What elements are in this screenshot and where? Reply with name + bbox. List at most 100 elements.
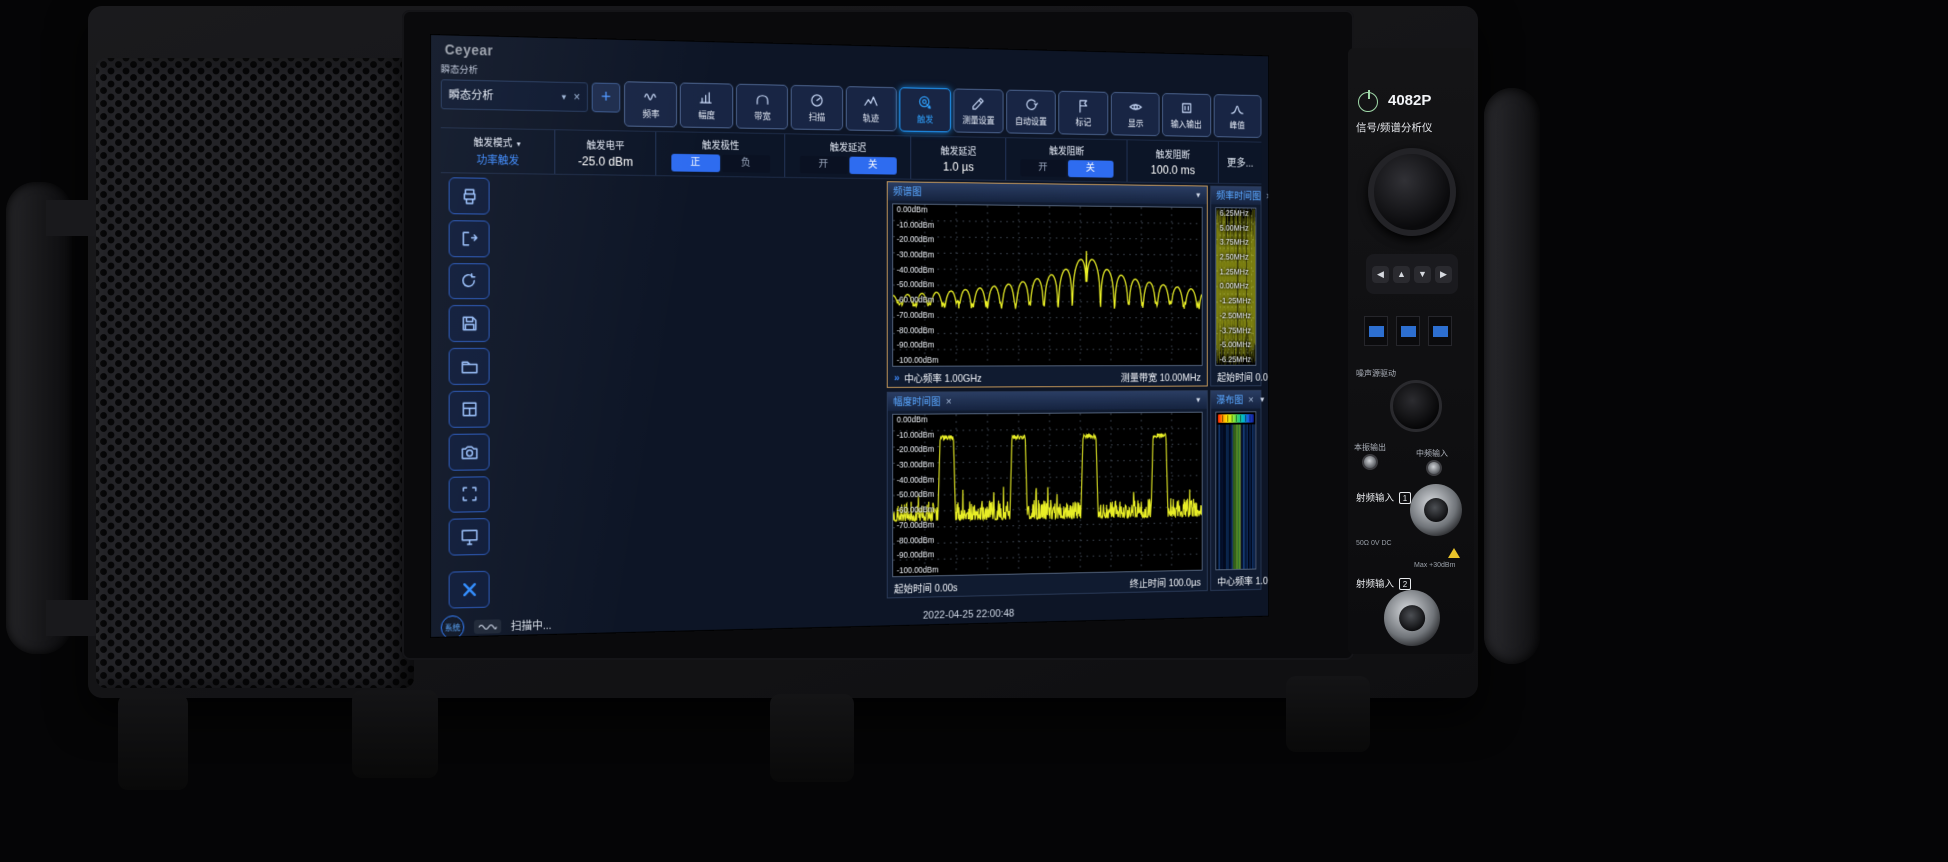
toolbar-button-auto-settings[interactable]: 自动设置: [1006, 90, 1056, 135]
monitor-icon: [460, 527, 479, 546]
scan-logo-icon: [474, 619, 501, 634]
usb-port[interactable]: [1428, 316, 1452, 346]
toggle-option[interactable]: 开: [799, 156, 847, 174]
layout-icon: [460, 400, 479, 419]
side-button-refresh[interactable]: [449, 263, 490, 300]
more-button[interactable]: 更多...: [1227, 155, 1254, 170]
side-button-folder[interactable]: [449, 348, 490, 385]
rf-input-2-connector: [1384, 590, 1440, 646]
chart-footer: 起始时间 0.00s 终止时间 100.0µs: [1211, 369, 1260, 386]
add-tab-button[interactable]: +: [592, 83, 621, 113]
chart-header[interactable]: 幅度时间图 × ▼: [888, 391, 1207, 411]
chevron-down-icon[interactable]: ▼: [1195, 191, 1202, 200]
chart-window-freq-time[interactable]: 频率时间图 × ▼ 6.25MHz5.00MHz3.75MHz2.50MHz1.…: [1210, 186, 1261, 387]
chart-header[interactable]: 瀑布图 × ▼: [1211, 391, 1260, 409]
usb-ports: [1364, 316, 1452, 346]
clock: 2022-04-25 22:00:48: [923, 608, 1014, 622]
arrow-left-button[interactable]: ◀: [1372, 266, 1389, 283]
system-button[interactable]: 系统: [441, 615, 464, 638]
side-button-crop[interactable]: [449, 476, 490, 513]
chart-window-waterfall[interactable]: 瀑布图 × ▼ 中心频率 1.00GHz 测量带宽 10.0: [1210, 390, 1261, 591]
toolbar-button-frequency[interactable]: 频率: [624, 81, 677, 127]
chart-header[interactable]: 频谱图 ▼: [888, 182, 1207, 204]
chevron-down-icon[interactable]: ▼: [560, 92, 568, 101]
arrow-right-button[interactable]: ▶: [1435, 266, 1452, 283]
param-title: 触发模式▼: [474, 134, 522, 150]
chart-window-spectrum[interactable]: 频谱图 ▼ 0.00dBm-10.00dBm-20.00dBm-30.00dBm…: [887, 181, 1208, 388]
toolbar-button-trigger[interactable]: 触发: [900, 87, 951, 132]
param-value[interactable]: 功率触发: [476, 152, 519, 169]
toolbar-button-display[interactable]: 显示: [1111, 92, 1160, 136]
expand-panel-icon[interactable]: »: [894, 372, 900, 384]
export-icon: [460, 229, 479, 248]
tab-title: 瞬态分析: [449, 86, 555, 104]
rotary-knob[interactable]: [1368, 148, 1456, 236]
toolbar-button-label: 测量设置: [962, 112, 994, 125]
toggle-option[interactable]: 关: [1068, 160, 1114, 178]
param-group-5[interactable]: 触发阻断开关: [1006, 138, 1127, 182]
amp-time-trace: [893, 413, 1202, 577]
frequency-icon: [644, 89, 658, 104]
arrow-up-button[interactable]: ▲: [1393, 266, 1410, 283]
param-value[interactable]: -25.0 dBm: [578, 154, 633, 169]
start-time-readout: 起始时间 0.00s: [894, 580, 958, 596]
param-group-1[interactable]: 触发电平-25.0 dBm: [555, 130, 656, 175]
param-group-6[interactable]: 触发阻断100.0 ms: [1127, 140, 1218, 183]
side-button-export[interactable]: [449, 220, 490, 257]
chevron-down-icon[interactable]: ▼: [1259, 395, 1266, 403]
toolbar-button-amplitude[interactable]: 幅度: [680, 82, 733, 128]
foot: [118, 694, 188, 790]
param-group-4[interactable]: 触发延迟1.0 µs: [911, 136, 1006, 180]
chart-plot-area: 0.00dBm-10.00dBm-20.00dBm-30.00dBm-40.00…: [892, 203, 1202, 366]
close-icon[interactable]: ×: [1248, 394, 1253, 405]
toolbar-button-bandwidth[interactable]: 带宽: [736, 84, 788, 130]
instrument-photo: Ceyear 瞬态分析 瞬态分析 ▼ × + 频率幅度带宽扫描轨迹触发测量设置自…: [0, 0, 1948, 862]
toolbar-button-marker[interactable]: 标记: [1059, 91, 1108, 135]
center-frequency-readout: 中心频率 1.00GHz: [1217, 573, 1269, 589]
side-button-save[interactable]: [449, 305, 490, 342]
param-group-0[interactable]: 触发模式▼ 功率触发: [441, 128, 556, 174]
toolbar-button-trace[interactable]: 轨迹: [846, 86, 897, 131]
toggle-option[interactable]: 开: [1020, 159, 1066, 177]
chart-window-amp-time[interactable]: 幅度时间图 × ▼ 0.00dBm-10.00dBm-20.00dBm-30.0…: [887, 390, 1208, 598]
auto-settings-icon: [1024, 97, 1037, 112]
close-icon[interactable]: ×: [946, 396, 952, 408]
side-button-camera[interactable]: [449, 433, 490, 470]
param-group-7[interactable]: 更多...: [1219, 142, 1262, 184]
param-group-2[interactable]: 触发极性正负: [656, 132, 785, 177]
close-icon[interactable]: ×: [574, 90, 581, 104]
param-title: 触发极性: [702, 137, 739, 152]
side-button-monitor[interactable]: [449, 518, 490, 555]
side-button-layout[interactable]: [449, 391, 490, 428]
toggle-option[interactable]: 正: [671, 154, 720, 172]
power-button[interactable]: [1358, 92, 1378, 112]
side-button-print[interactable]: [449, 177, 490, 214]
chart-plot-area: 0.00dBm-10.00dBm-20.00dBm-30.00dBm-40.00…: [892, 412, 1202, 577]
toggle-option[interactable]: 关: [849, 157, 896, 175]
side-button-close[interactable]: [449, 571, 490, 609]
usb-port[interactable]: [1364, 316, 1388, 346]
chart-header[interactable]: 频率时间图 × ▼: [1211, 187, 1260, 205]
stop-time-readout: 终止时间 100.0µs: [1130, 575, 1201, 591]
chevron-down-icon[interactable]: ▼: [1195, 396, 1202, 404]
usb-port[interactable]: [1396, 316, 1420, 346]
chart-footer: » 中心频率 1.00GHz 测量带宽 10.00MHz: [888, 369, 1207, 387]
toggle-option[interactable]: 负: [722, 155, 770, 173]
toolbar-button-peak[interactable]: 峰值: [1213, 94, 1261, 138]
toolbar-button-measure-settings[interactable]: 测量设置: [953, 88, 1003, 133]
if-input-label: 中频输入: [1416, 448, 1448, 459]
tab-transient-analysis[interactable]: 瞬态分析 ▼ ×: [441, 79, 588, 112]
toolbar-button-sweep[interactable]: 扫描: [791, 85, 843, 131]
param-value[interactable]: 1.0 µs: [943, 160, 974, 174]
foot: [770, 694, 854, 782]
param-value[interactable]: 100.0 ms: [1151, 163, 1195, 177]
param-group-3[interactable]: 触发延迟开关: [785, 134, 911, 178]
left-handle: [6, 182, 72, 654]
toolbar-button-input-output[interactable]: 输入输出: [1162, 93, 1211, 137]
arrow-down-button[interactable]: ▼: [1414, 266, 1431, 283]
sweep-status: 扫描中...: [511, 617, 552, 634]
close-icon[interactable]: ×: [1266, 191, 1269, 202]
chart-title: 频率时间图: [1216, 188, 1261, 203]
folder-icon: [460, 357, 479, 376]
model-number: 4082P: [1388, 92, 1431, 109]
